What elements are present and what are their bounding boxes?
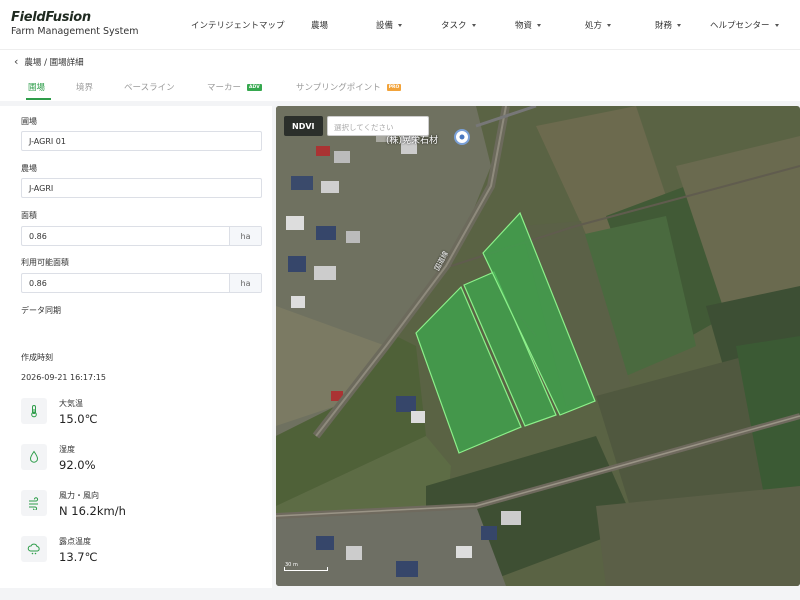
nav-item-finance[interactable]: 財務 [655,19,682,31]
nav-item-equipment[interactable]: 設備 [376,19,403,31]
area-unit: ha [229,227,261,245]
created-time-value: 2026-09-21 16:17:15 [21,373,106,382]
nav-item-smart-map[interactable]: インテリジェントマップ [191,19,285,31]
chevron-down-icon [774,23,779,27]
nav-label: 設備 [376,21,394,31]
tab-label: 圃場 [28,83,46,93]
tab-baseline[interactable]: ベースライン [124,81,175,93]
weather-value: 92.0% [59,458,96,472]
tab-boundary[interactable]: 境界 [76,81,93,93]
nav-label: 物資 [515,21,533,31]
nav-item-supplies[interactable]: 物資 [515,19,542,31]
field-name-label: 圃場 [21,117,37,126]
map-scale: 30 m [282,561,330,573]
breadcrumb-text[interactable]: 農場 / 圃場詳細 [24,56,83,68]
chevron-down-icon [677,23,682,27]
weather-value: N 16.2km/h [59,504,126,518]
active-tab-indicator [26,98,51,100]
area-input[interactable]: 0.86 ha [21,226,262,246]
weather-value: 13.7℃ [59,550,98,564]
pro-badge: PRO [386,83,402,91]
weather-wind: 風力・風向 N 16.2km/h [21,490,126,518]
back-arrow-icon[interactable]: ‹ [14,55,18,68]
scale-bar [284,567,328,571]
weather-value: 15.0℃ [59,412,98,426]
nav-label: ヘルプセンター [710,21,770,31]
tab-sampling-points[interactable]: サンプリングポイント PRO [296,81,402,93]
field-name-input[interactable]: J-AGRI 01 [21,131,262,151]
main-nav: インテリジェントマップ 農場 設備 タスク 物資 処方 財務 ヘルプセンター [0,0,800,50]
wind-icon [21,490,47,516]
tab-label: サンプリングポイント [296,83,381,93]
top-header: FieldFusion Farm Management System インテリジ… [0,0,800,50]
weather-humidity: 湿度 92.0% [21,444,96,472]
nav-label: 財務 [655,21,673,31]
tab-marker[interactable]: マーカー ADV [207,81,262,93]
map-layer-select[interactable]: 選択してください [327,116,429,136]
tab-bar: 圃場 境界 ベースライン マーカー ADV サンプリングポイント PRO [0,78,800,100]
chevron-down-icon [537,23,542,27]
nav-label: 農場 [311,21,329,31]
nav-label: タスク [441,21,467,31]
area-value[interactable]: 0.86 [22,227,229,245]
area-label: 面積 [21,211,37,220]
farm-label: 農場 [21,164,37,173]
farm-input[interactable]: J-AGRI [21,178,262,198]
nav-item-help-center[interactable]: ヘルプセンター [710,19,779,31]
tab-label: 境界 [76,83,94,93]
nav-item-tasks[interactable]: タスク [441,19,476,31]
nav-item-prescription[interactable]: 処方 [585,19,612,31]
field-info-panel: 圃場 J-AGRI 01 農場 J-AGRI 面積 0.86 ha 利用可能面積… [0,106,272,588]
breadcrumb: ‹ 農場 / 圃場詳細 [14,55,84,68]
satellite-map[interactable]: (株)晃栄石材 国道線 NDVI 選択してください 30 m [276,106,800,586]
map-imagery [276,106,800,586]
weather-label: 大気温 [59,399,83,408]
tab-label: マーカー [207,83,242,93]
usable-area-label: 利用可能面積 [21,258,69,267]
nav-item-farm[interactable]: 農場 [311,19,328,31]
data-sync-label: データ同期 [21,306,61,315]
weather-dew-point: 露点温度 13.7℃ [21,536,98,564]
chevron-down-icon [607,23,612,27]
ndvi-layer-button[interactable]: NDVI [284,116,323,136]
weather-label: 露点温度 [59,537,91,546]
humidity-icon [21,444,47,470]
chevron-down-icon [471,23,476,27]
created-time-label: 作成時刻 [21,353,53,362]
tab-field[interactable]: 圃場 [28,81,45,93]
usable-area-input[interactable]: 0.86 ha [21,273,262,293]
weather-label: 湿度 [59,445,75,454]
thermometer-icon [21,398,47,424]
usable-area-value[interactable]: 0.86 [22,274,229,292]
chevron-down-icon [398,23,403,27]
weather-label: 風力・風向 [59,491,99,500]
weather-air-temp: 大気温 15.0℃ [21,398,98,426]
dewpoint-icon [21,536,47,562]
nav-label: インテリジェントマップ [191,21,285,31]
usable-area-unit: ha [229,274,261,292]
adv-badge: ADV [247,83,262,91]
tab-label: ベースライン [124,83,175,93]
nav-label: 処方 [585,21,603,31]
